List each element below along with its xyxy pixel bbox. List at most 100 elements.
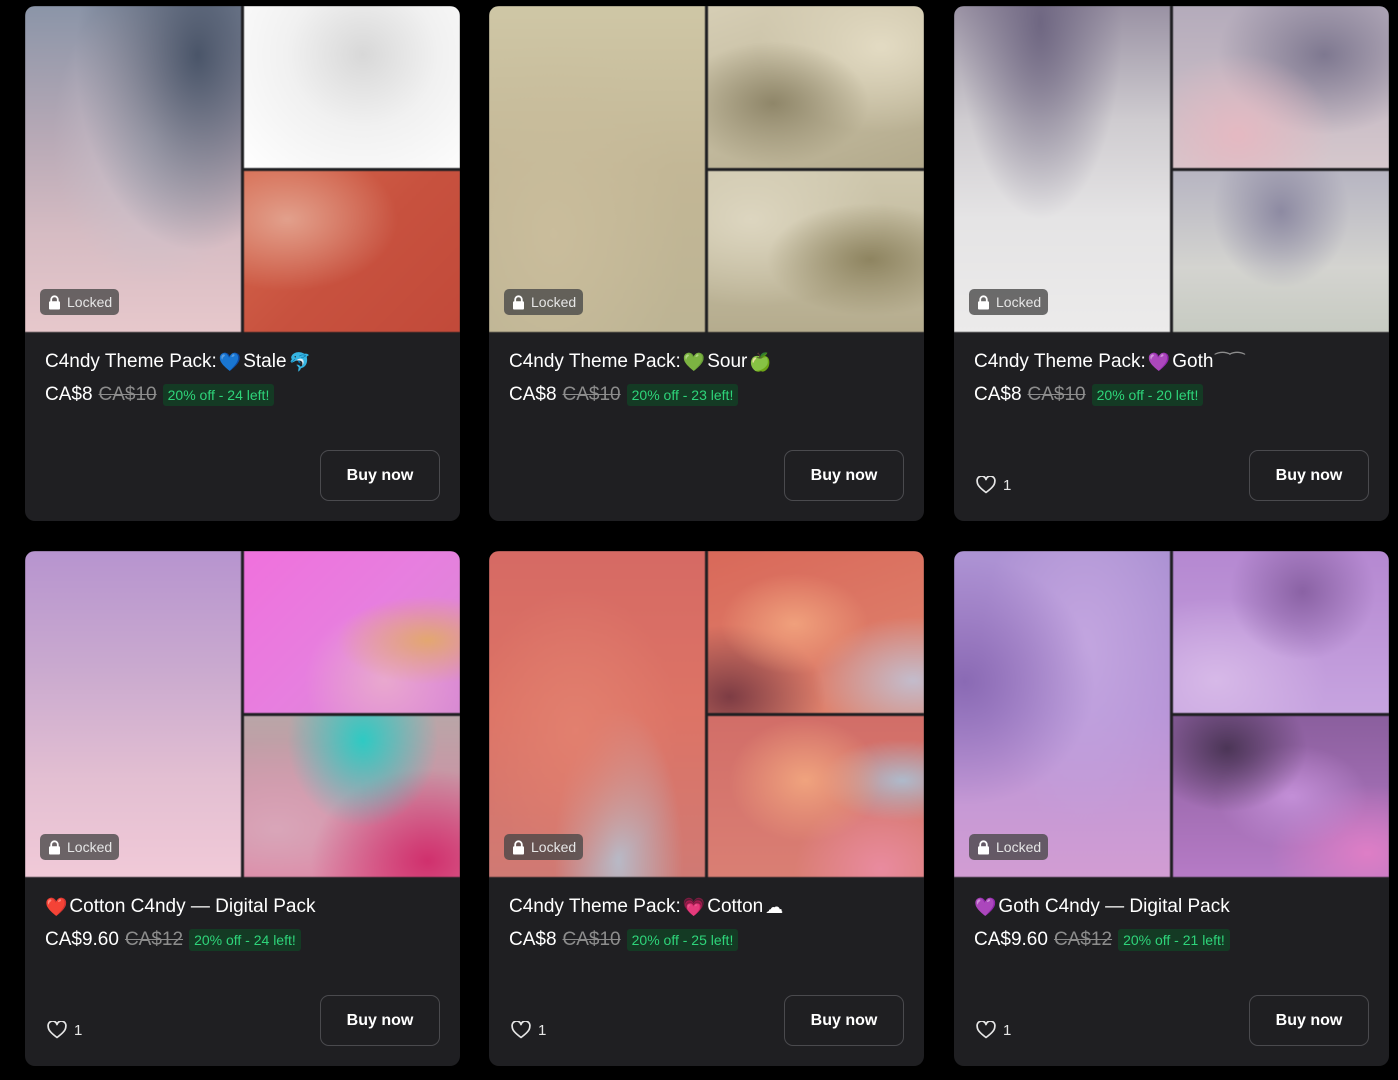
discount-badge: 20% off - 25 left! — [626, 929, 739, 951]
lock-icon — [513, 294, 524, 309]
locked-badge: Locked — [40, 834, 120, 860]
product-title[interactable]: ❤️ Cotton C4ndy — Digital Pack — [45, 896, 315, 918]
product-image-collage[interactable]: Locked — [954, 6, 1389, 332]
locked-badge: Locked — [504, 289, 584, 315]
heart-icon[interactable] — [47, 1021, 67, 1039]
buy-now-button[interactable]: Buy now — [784, 995, 904, 1046]
preview-image — [489, 551, 705, 877]
price-row: CA$8 CA$10 20% off - 23 left! — [509, 384, 739, 406]
preview-image — [1173, 171, 1389, 332]
title-text: Cotton C4ndy — Digital Pack — [69, 896, 316, 917]
buy-now-button[interactable]: Buy now — [784, 450, 904, 501]
title-emoji: 💗 — [682, 896, 706, 918]
locked-label: Locked — [67, 294, 113, 310]
product-title[interactable]: C4ndy Theme Pack: 💗 Cotton ☁ — [509, 896, 783, 918]
title-text: Goth — [1172, 351, 1214, 372]
lock-icon — [978, 294, 989, 309]
heart-icon[interactable] — [976, 476, 996, 494]
title-emoji: 🍏 — [749, 351, 772, 373]
lock-icon — [513, 839, 524, 854]
product-card[interactable]: Locked C4ndy Theme Pack: 💙 Stale 🐬 CA$8 CA$… — [25, 6, 460, 521]
product-image-collage[interactable]: Locked — [489, 6, 924, 332]
buy-now-button[interactable]: Buy now — [320, 995, 440, 1046]
product-image-collage[interactable]: Locked — [954, 551, 1389, 877]
preview-image — [708, 171, 924, 332]
heart-icon[interactable] — [976, 1021, 996, 1039]
price-row: CA$8 CA$10 20% off - 20 left! — [974, 384, 1204, 406]
current-price: CA$8 — [509, 384, 557, 405]
preview-image — [708, 551, 924, 713]
locked-label: Locked — [531, 294, 577, 310]
locked-badge: Locked — [969, 289, 1049, 315]
original-price: CA$10 — [98, 384, 157, 405]
product-card[interactable]: Locked C4ndy Theme Pack: 💜 Goth ⁀⁀ CA$8 CA$… — [954, 6, 1389, 521]
lock-icon — [49, 294, 60, 309]
current-price: CA$8 — [974, 384, 1022, 405]
heart-icon[interactable] — [511, 1021, 531, 1039]
title-text: Sour — [707, 351, 748, 372]
discount-badge: 20% off - 20 left! — [1091, 384, 1204, 406]
preview-image — [244, 6, 460, 168]
preview-image — [244, 171, 460, 332]
product-image-collage[interactable]: Locked — [25, 551, 460, 877]
title-text: Goth C4ndy — Digital Pack — [998, 896, 1230, 917]
title-emoji: 💚 — [682, 351, 706, 373]
preview-image — [489, 6, 705, 332]
current-price: CA$8 — [45, 384, 93, 405]
locked-badge: Locked — [504, 834, 584, 860]
title-emoji: ⁀⁀ — [1215, 351, 1245, 373]
product-title[interactable]: 💜 Goth C4ndy — Digital Pack — [974, 896, 1230, 918]
preview-image — [1173, 6, 1389, 168]
locked-badge: Locked — [969, 834, 1049, 860]
buy-now-button[interactable]: Buy now — [1249, 450, 1369, 501]
like-control[interactable]: 1 — [47, 1021, 82, 1039]
like-control[interactable]: 1 — [976, 476, 1011, 494]
price-row: CA$9.60 CA$12 20% off - 21 left! — [974, 929, 1230, 951]
buy-now-button[interactable]: Buy now — [1249, 995, 1369, 1046]
product-card[interactable]: Locked 💜 Goth C4ndy — Digital Pack CA$9.6… — [954, 551, 1389, 1066]
title-emoji: ❤️ — [45, 896, 68, 918]
locked-badge: Locked — [40, 289, 120, 315]
title-emoji: ☁ — [765, 896, 784, 918]
product-title[interactable]: C4ndy Theme Pack: 💙 Stale 🐬 — [45, 351, 311, 373]
preview-image — [954, 6, 1170, 332]
product-card[interactable]: Locked ❤️ Cotton C4ndy — Digital Pack CA$… — [25, 551, 460, 1066]
title-text: Stale — [243, 351, 287, 372]
product-title[interactable]: C4ndy Theme Pack: 💜 Goth ⁀⁀ — [974, 351, 1244, 373]
locked-label: Locked — [531, 839, 577, 855]
preview-image — [1173, 716, 1389, 877]
lock-icon — [49, 839, 60, 854]
product-title[interactable]: C4ndy Theme Pack: 💚 Sour 🍏 — [509, 351, 772, 373]
original-price: CA$12 — [1053, 929, 1113, 950]
current-price: CA$8 — [509, 929, 557, 950]
buy-now-button[interactable]: Buy now — [320, 450, 440, 501]
discount-badge: 20% off - 23 left! — [626, 384, 739, 406]
like-control[interactable]: 1 — [511, 1021, 546, 1039]
product-image-collage[interactable]: Locked — [25, 6, 460, 332]
current-price: CA$9.60 — [45, 929, 119, 950]
discount-badge: 20% off - 24 left! — [162, 384, 275, 406]
product-image-collage[interactable]: Locked — [489, 551, 924, 877]
title-text: C4ndy Theme Pack: — [45, 351, 217, 372]
title-text: Cotton — [707, 896, 764, 917]
original-price: CA$10 — [562, 384, 621, 405]
preview-image — [708, 716, 924, 877]
preview-image — [244, 551, 460, 713]
locked-label: Locked — [996, 839, 1042, 855]
lock-icon — [978, 839, 989, 854]
title-text: C4ndy Theme Pack: — [509, 896, 681, 917]
current-price: CA$9.60 — [974, 929, 1048, 950]
product-card[interactable]: Locked C4ndy Theme Pack: 💚 Sour 🍏 CA$8 CA$1… — [489, 6, 924, 521]
product-card[interactable]: Locked C4ndy Theme Pack: 💗 Cotton ☁ CA$8 CA… — [489, 551, 924, 1066]
preview-image — [244, 716, 460, 877]
like-count: 1 — [1003, 476, 1012, 494]
preview-image — [708, 6, 924, 168]
original-price: CA$10 — [562, 929, 621, 950]
discount-badge: 20% off - 24 left! — [189, 929, 301, 951]
price-row: CA$8 CA$10 20% off - 25 left! — [509, 929, 739, 951]
like-control[interactable]: 1 — [976, 1021, 1011, 1039]
title-emoji: 🐬 — [288, 351, 311, 373]
like-count: 1 — [1003, 1021, 1012, 1039]
discount-badge: 20% off - 21 left! — [1118, 929, 1230, 951]
preview-image — [25, 6, 241, 332]
